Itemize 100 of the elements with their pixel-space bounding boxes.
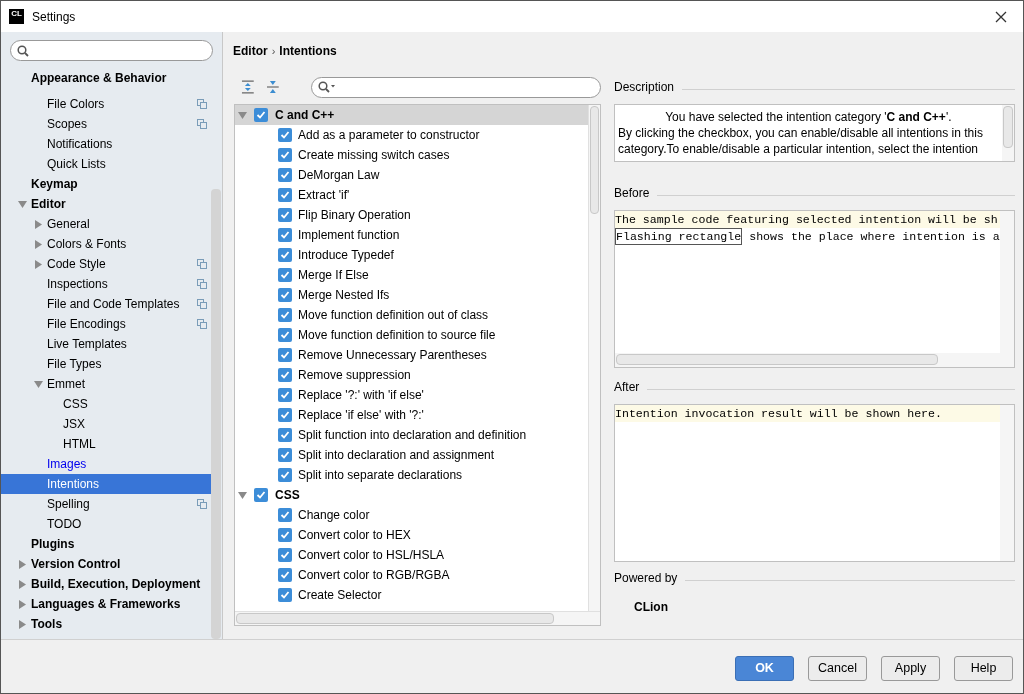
sidebar-item[interactable]: Scopes: [1, 114, 211, 134]
intention-label[interactable]: Move function definition out of class: [298, 306, 489, 324]
checkbox[interactable]: [278, 128, 292, 142]
intention-label[interactable]: Add as a parameter to constructor: [298, 126, 480, 144]
scrollbar-thumb[interactable]: [616, 354, 938, 365]
checkbox[interactable]: [254, 488, 268, 502]
close-icon[interactable]: [995, 10, 1007, 23]
sidebar-item[interactable]: Tools: [1, 614, 211, 634]
intention-label[interactable]: Extract 'if': [298, 186, 350, 204]
sidebar-item[interactable]: Quick Lists: [1, 154, 211, 174]
intention-label[interactable]: Merge If Else: [298, 266, 369, 284]
intention-label[interactable]: Convert color to RGB/RGBA: [298, 566, 450, 584]
sidebar-item[interactable]: File Encodings: [1, 314, 211, 334]
intention-label[interactable]: Remove Unnecessary Parentheses: [298, 346, 487, 364]
breadcrumb-item[interactable]: Editor: [233, 42, 268, 60]
intention-label[interactable]: Merge Nested Ifs: [298, 286, 390, 304]
sidebar-item[interactable]: File Colors: [1, 94, 211, 114]
collapsed-arrow-icon[interactable]: [18, 619, 27, 629]
checkbox[interactable]: [278, 208, 292, 222]
scrollbar-thumb[interactable]: [211, 189, 221, 639]
sidebar-item[interactable]: Keymap: [1, 174, 211, 194]
checkbox[interactable]: [278, 168, 292, 182]
collapsed-arrow-icon[interactable]: [34, 219, 43, 229]
sidebar-item[interactable]: Inspections: [1, 274, 211, 294]
collapsed-arrow-icon[interactable]: [18, 579, 27, 589]
intention-label[interactable]: Change color: [298, 506, 370, 524]
tree-row[interactable]: CSS: [235, 485, 588, 505]
intention-label[interactable]: Introduce Typedef: [298, 246, 394, 264]
sidebar-item[interactable]: Colors & Fonts: [1, 234, 211, 254]
checkbox[interactable]: [278, 248, 292, 262]
sidebar-item[interactable]: JSX: [1, 414, 211, 434]
collapse-all-icon[interactable]: [264, 80, 281, 94]
search-field[interactable]: [10, 40, 213, 61]
tree-row[interactable]: C and C++: [235, 105, 588, 125]
sidebar-item[interactable]: Notifications: [1, 134, 211, 154]
sidebar-item[interactable]: Languages & Frameworks: [1, 594, 211, 614]
expanded-arrow-icon[interactable]: [34, 379, 43, 389]
scrollbar-thumb[interactable]: [236, 613, 554, 624]
checkbox[interactable]: [278, 388, 292, 402]
intention-label[interactable]: Implement function: [298, 226, 400, 244]
dialog-button[interactable]: Apply: [881, 656, 940, 681]
sidebar-item[interactable]: CSS: [1, 394, 211, 414]
checkbox[interactable]: [278, 268, 292, 282]
scrollbar-thumb[interactable]: [1002, 106, 1013, 148]
checkbox[interactable]: [278, 228, 292, 242]
intention-label[interactable]: Convert color to HSL/HSLA: [298, 546, 445, 564]
intention-label[interactable]: Flip Binary Operation: [298, 206, 411, 224]
sidebar-item[interactable]: Build, Execution, Deployment: [1, 574, 211, 594]
collapsed-arrow-icon[interactable]: [34, 239, 43, 249]
intention-label[interactable]: Replace 'if else' with '?:': [298, 406, 424, 424]
intention-label[interactable]: Split into declaration and assignment: [298, 446, 495, 464]
checkbox[interactable]: [278, 188, 292, 202]
sidebar-item[interactable]: File Types: [1, 354, 211, 374]
checkbox[interactable]: [278, 148, 292, 162]
checkbox[interactable]: [278, 328, 292, 342]
sidebar-item[interactable]: General: [1, 214, 211, 234]
collapsed-arrow-icon[interactable]: [18, 559, 27, 569]
checkbox[interactable]: [278, 348, 292, 362]
sidebar-item[interactable]: Editor: [1, 194, 211, 214]
checkbox[interactable]: [278, 568, 292, 582]
collapsed-arrow-icon[interactable]: [18, 599, 27, 609]
sidebar-item[interactable]: Live Templates: [1, 334, 211, 354]
sidebar-item[interactable]: File and Code Templates: [1, 294, 211, 314]
intention-label[interactable]: Convert color to HEX: [298, 526, 411, 544]
sidebar-item[interactable]: TODO: [1, 514, 211, 534]
sidebar-item[interactable]: HTML: [1, 434, 211, 454]
checkbox[interactable]: [278, 408, 292, 422]
filter-search-field[interactable]: [311, 76, 601, 98]
checkbox[interactable]: [278, 288, 292, 302]
checkbox[interactable]: [254, 108, 268, 122]
sidebar-item[interactable]: Images: [1, 454, 211, 474]
expand-all-icon[interactable]: [240, 80, 256, 94]
breadcrumb-item[interactable]: Intentions: [279, 42, 337, 60]
expanded-arrow-icon[interactable]: [238, 490, 247, 500]
checkbox[interactable]: [278, 448, 292, 462]
checkbox[interactable]: [278, 428, 292, 442]
checkbox[interactable]: [278, 528, 292, 542]
intention-label[interactable]: Create missing switch cases: [298, 146, 450, 164]
sidebar-item[interactable]: Spelling: [1, 494, 211, 514]
scrollbar-thumb[interactable]: [590, 106, 599, 214]
sidebar-item[interactable]: Emmet: [1, 374, 211, 394]
expanded-arrow-icon[interactable]: [18, 199, 27, 209]
checkbox[interactable]: [278, 508, 292, 522]
intention-label[interactable]: Remove suppression: [298, 366, 411, 384]
checkbox[interactable]: [278, 368, 292, 382]
checkbox[interactable]: [278, 308, 292, 322]
expanded-arrow-icon[interactable]: [238, 110, 247, 120]
sidebar-item[interactable]: Plugins: [1, 534, 211, 554]
checkbox[interactable]: [278, 468, 292, 482]
collapsed-arrow-icon[interactable]: [34, 259, 43, 269]
intention-label[interactable]: Create Selector: [298, 586, 382, 604]
intention-label[interactable]: Split into separate declarations: [298, 466, 463, 484]
dialog-button[interactable]: Help: [954, 656, 1013, 681]
checkbox[interactable]: [278, 588, 292, 602]
intention-label[interactable]: Split function into declaration and definition: [298, 426, 527, 444]
intention-label[interactable]: DeMorgan Law: [298, 166, 380, 184]
sidebar-item[interactable]: Appearance & Behavior: [1, 68, 211, 88]
checkbox[interactable]: [278, 548, 292, 562]
dialog-button[interactable]: Cancel: [808, 656, 867, 681]
sidebar-item[interactable]: Intentions: [1, 474, 211, 494]
